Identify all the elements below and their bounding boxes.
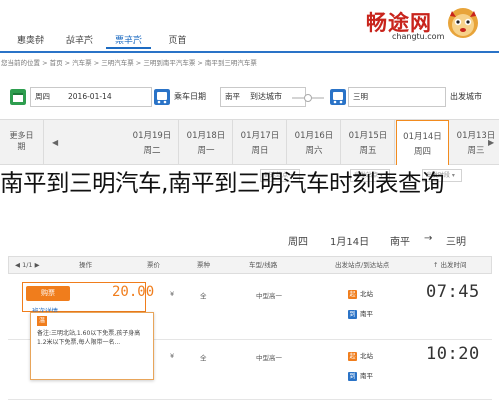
swap-icon[interactable]	[290, 94, 326, 102]
date-tab[interactable]: 01月16日 周六	[288, 120, 341, 165]
nav-tab-deals[interactable]: 特卖惠	[8, 33, 53, 49]
overlay-title: 南平到三明汽车,南平到三明汽车时刻表查询	[0, 168, 499, 198]
more-dates-button[interactable]: 更多日期	[0, 120, 44, 165]
from-station: 起北站	[348, 350, 373, 361]
date-tab-weekday: 周五	[359, 146, 377, 156]
price-prefix: ¥	[170, 352, 175, 360]
tag-from: 起	[348, 352, 357, 361]
page-indicator[interactable]: ◀ 1/1 ▶	[15, 257, 40, 273]
to-city-label: 到达城市	[250, 92, 282, 101]
header-price: 票价	[147, 261, 160, 269]
nav-tab-home[interactable]: 首页	[155, 33, 200, 49]
date-tab[interactable]: 01月17日 周日	[234, 120, 287, 165]
nav-tabs: 特卖惠 汽车站 汽车票 首页	[8, 33, 204, 49]
date-tab-weekday: 周日	[251, 146, 269, 156]
search-bar: 周四 2016-01-14 乘车日期 南平 到达城市 三明 出发城市	[0, 84, 499, 110]
date-tab-weekday: 周二	[143, 146, 161, 156]
depart-time: 07:45	[426, 282, 480, 302]
nav-tab-station[interactable]: 汽车站	[57, 33, 102, 49]
page-number: 1/1	[22, 261, 33, 269]
route-arrow: →	[424, 233, 433, 244]
to-station-name: 南平	[360, 372, 373, 380]
table-header: ◀ 1/1 ▶ 操作 票价 票种 车型/线路 出发站点/到达站点 ↑ 出发时间	[8, 256, 492, 274]
price-prefix: ¥	[170, 290, 175, 298]
date-tab-date: 01月15日	[348, 131, 388, 141]
date-tab-date: 01月16日	[294, 131, 334, 141]
next-arrow-icon[interactable]: ▶	[488, 138, 494, 147]
to-station: 到南平	[348, 370, 373, 381]
date-tab-date: 01月14日	[403, 132, 442, 142]
bus-icon	[330, 89, 346, 105]
header-model: 车型/线路	[249, 261, 278, 269]
from-station-name: 北站	[360, 352, 373, 360]
date-tab-date: 01月18日	[186, 131, 226, 141]
tag-to: 到	[348, 372, 357, 381]
tag-from: 起	[348, 290, 357, 299]
from-city-label: 出发城市	[450, 92, 482, 101]
date-strip: 更多日期 ◀ 01月13日 周三 01月14日 周四 01月15日 周五 01月16日 周六 0…	[0, 119, 499, 165]
to-station: 到南平	[348, 308, 373, 319]
route-weekday: 周四	[288, 237, 308, 248]
nav-tab-ticket[interactable]: 汽车票	[106, 33, 151, 49]
breadcrumb: 您当前的位置 > 首页 > 汽车票 > 三明汽车票 > 三明到南平汽车票 > 南…	[1, 59, 257, 67]
to-city-value: 南平	[225, 92, 240, 101]
header-type: 票种	[197, 261, 210, 269]
date-tab[interactable]: 01月18日 周一	[180, 120, 233, 165]
date-input[interactable]: 周四 2016-01-14	[30, 87, 152, 107]
price: 20.00	[112, 284, 154, 300]
header-depart-time[interactable]: ↑ 出发时间	[433, 257, 467, 273]
from-city-value: 三明	[353, 92, 368, 101]
route-header: 周四 1月14日 南平 → 三明	[0, 232, 499, 248]
table-row: ¥ 全 中型高一 起北站 到南平 10:20	[8, 342, 492, 400]
bus-icon	[154, 89, 170, 105]
bus-model: 中型高一	[256, 354, 282, 362]
from-station-name: 北站	[360, 290, 373, 298]
route-date: 1月14日	[330, 237, 370, 248]
route-from: 三明	[446, 237, 466, 248]
buy-button[interactable]: 购票	[26, 286, 70, 301]
nav-divider	[0, 51, 499, 53]
date-label: 乘车日期	[174, 92, 206, 101]
from-city-input[interactable]: 三明	[348, 87, 446, 107]
logo-domain: changtu.com	[392, 32, 445, 41]
route-to: 南平	[390, 237, 410, 248]
header-depart-time-label: 出发时间	[440, 261, 467, 269]
ticket-type: 全	[200, 354, 207, 362]
date-tab[interactable]: 01月19日 周二	[126, 120, 179, 165]
mascot-icon	[448, 8, 478, 38]
date-tab-date: 01月17日	[240, 131, 280, 141]
date-tab[interactable]: 01月14日 周四	[396, 120, 449, 165]
date-tab-date: 01月19日	[132, 131, 172, 141]
depart-time: 10:20	[426, 344, 480, 364]
date-tab-weekday: 周四	[413, 147, 431, 157]
bus-model: 中型高一	[256, 292, 282, 300]
header-op: 操作	[79, 261, 92, 269]
calendar-icon	[10, 89, 26, 105]
date-tab[interactable]: 01月15日 周五	[342, 120, 395, 165]
header-stations: 出发站点/到达站点	[335, 261, 390, 269]
date-weekday: 周四	[35, 92, 50, 101]
site-logo[interactable]: 畅途网 changtu.com	[350, 2, 480, 44]
note-tag: 温	[37, 316, 47, 326]
to-station-name: 南平	[360, 310, 373, 318]
date-value: 2016-01-14	[68, 92, 112, 101]
date-tab-weekday: 周一	[197, 146, 215, 156]
more-dates-label: 更多日期	[9, 131, 34, 151]
date-tab-weekday: 周六	[305, 146, 323, 156]
from-station: 起北站	[348, 288, 373, 299]
price-value: 20.00	[112, 284, 155, 300]
prev-arrow-icon[interactable]: ◀	[52, 138, 58, 147]
tag-to: 到	[348, 310, 357, 319]
ticket-type: 全	[200, 292, 207, 300]
